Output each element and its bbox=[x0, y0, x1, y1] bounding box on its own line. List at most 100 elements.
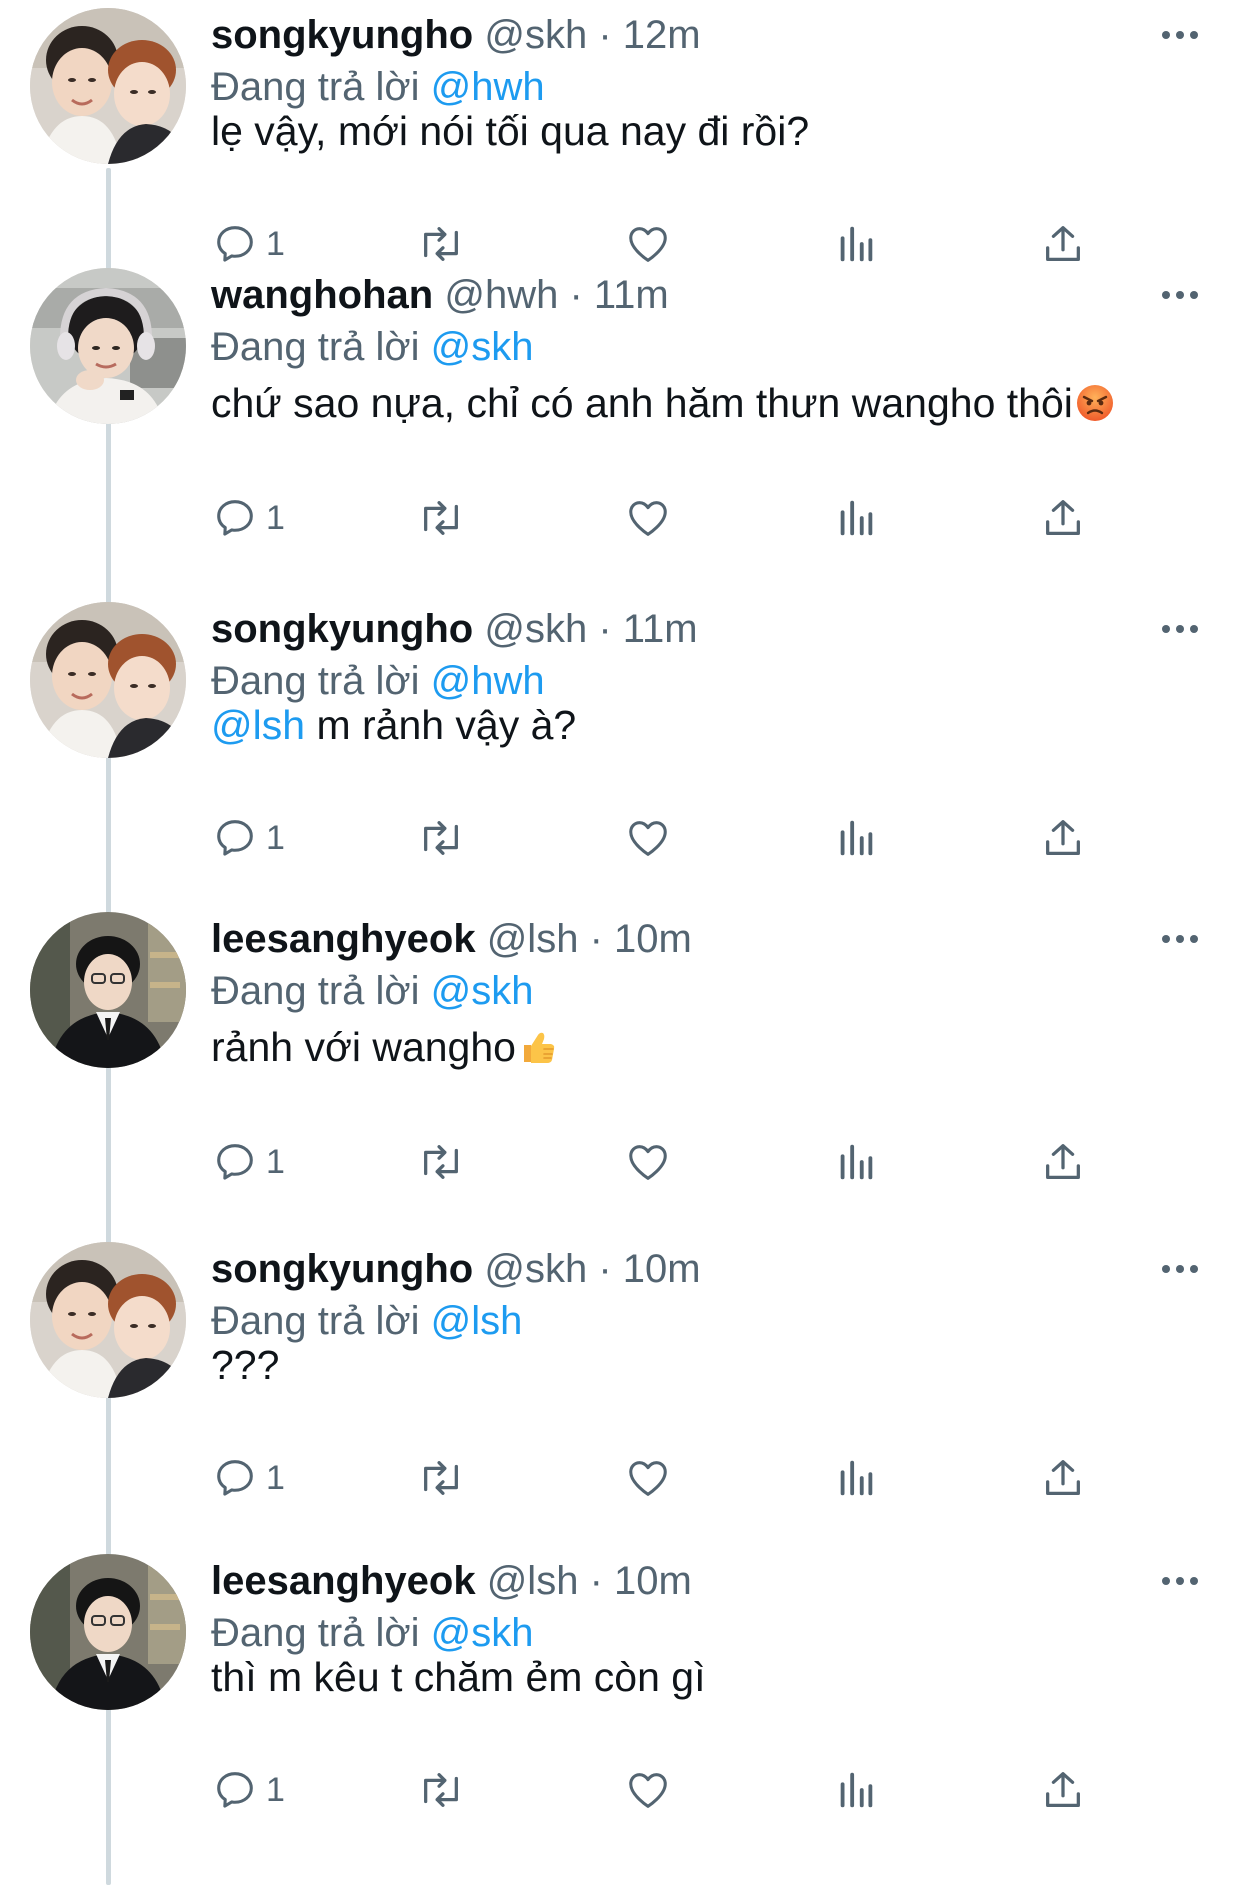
upload-arrow-icon bbox=[1046, 1144, 1080, 1179]
avatar[interactable] bbox=[30, 1242, 186, 1398]
tweet-time[interactable]: 12m bbox=[623, 13, 701, 57]
bar-chart-icon bbox=[840, 1460, 873, 1496]
share-button[interactable] bbox=[1040, 808, 1086, 868]
like-button[interactable] bbox=[624, 1448, 672, 1508]
replying-to-label: Đang trả lời bbox=[211, 325, 420, 369]
like-button[interactable] bbox=[624, 488, 672, 548]
retweet-button[interactable] bbox=[415, 1132, 467, 1192]
tweet-text-content: m rảnh vậy à? bbox=[305, 702, 577, 748]
replying-to-mention[interactable]: @hwh bbox=[431, 65, 545, 109]
display-name[interactable]: leesanghyeok bbox=[211, 1559, 476, 1603]
avatar-suit-portrait-image bbox=[30, 1554, 186, 1710]
bar-chart-icon bbox=[840, 820, 873, 856]
reply-button[interactable]: 1 bbox=[212, 808, 285, 868]
display-name[interactable]: songkyungho bbox=[211, 607, 473, 651]
tweet-time[interactable]: 10m bbox=[614, 1559, 692, 1603]
speech-bubble-icon bbox=[217, 1772, 253, 1808]
retweet-arrows-icon bbox=[424, 1773, 458, 1807]
more-options-button[interactable] bbox=[1158, 1254, 1202, 1284]
tweet-item[interactable]: leesanghyeok @lsh · 10m Đang trả lời @sk… bbox=[0, 904, 1242, 1216]
avatar-two-friends-image bbox=[30, 8, 186, 164]
tweet-item[interactable]: songkyungho @skh · 10m Đang trả lời @lsh… bbox=[0, 1234, 1242, 1546]
more-options-button[interactable] bbox=[1158, 20, 1202, 50]
heart-icon bbox=[629, 501, 667, 536]
more-options-button[interactable] bbox=[1158, 280, 1202, 310]
action-bar: 1 bbox=[0, 488, 1242, 548]
reply-button[interactable]: 1 bbox=[212, 488, 285, 548]
avatar[interactable] bbox=[30, 602, 186, 758]
mention-link[interactable]: @lsh bbox=[211, 702, 305, 748]
reply-button[interactable]: 1 bbox=[212, 1132, 285, 1192]
like-button[interactable] bbox=[624, 808, 672, 868]
more-options-button[interactable] bbox=[1158, 924, 1202, 954]
retweet-button[interactable] bbox=[415, 1760, 467, 1820]
heart-icon bbox=[629, 821, 667, 856]
replying-to-label: Đang trả lời bbox=[211, 65, 420, 109]
user-handle[interactable]: @lsh bbox=[487, 917, 579, 961]
share-button[interactable] bbox=[1040, 1448, 1086, 1508]
retweet-button[interactable] bbox=[415, 808, 467, 868]
tweet-text-content: ??? bbox=[211, 1342, 280, 1388]
display-name[interactable]: leesanghyeok bbox=[211, 917, 476, 961]
more-options-button[interactable] bbox=[1158, 614, 1202, 644]
share-button[interactable] bbox=[1040, 1132, 1086, 1192]
tweet-time[interactable]: 11m bbox=[594, 273, 669, 317]
share-button[interactable] bbox=[1040, 488, 1086, 548]
avatar[interactable] bbox=[30, 8, 186, 164]
horizontal-ellipsis-icon bbox=[1162, 31, 1198, 39]
tweet-header: leesanghyeok @lsh · 10m bbox=[211, 917, 692, 961]
share-button[interactable] bbox=[1040, 1760, 1086, 1820]
horizontal-ellipsis-icon bbox=[1162, 1265, 1198, 1273]
views-button[interactable] bbox=[835, 488, 877, 548]
user-handle[interactable]: @skh bbox=[484, 1247, 587, 1291]
tweet-item[interactable]: leesanghyeok @lsh · 10m Đang trả lời @sk… bbox=[0, 1546, 1242, 1858]
avatar[interactable] bbox=[30, 268, 186, 424]
views-button[interactable] bbox=[835, 1132, 877, 1192]
speech-bubble-icon bbox=[217, 820, 253, 856]
replying-to-mention[interactable]: @skh bbox=[431, 969, 534, 1013]
display-name[interactable]: songkyungho bbox=[211, 13, 473, 57]
replying-to-mention[interactable]: @skh bbox=[431, 1611, 534, 1655]
like-button[interactable] bbox=[624, 1760, 672, 1820]
action-bar: 1 bbox=[0, 808, 1242, 868]
tweet-text-content: lẹ vậy, mới nói tối qua nay đi rồi? bbox=[211, 108, 810, 154]
reply-button[interactable]: 1 bbox=[212, 1448, 285, 1508]
horizontal-ellipsis-icon bbox=[1162, 291, 1198, 299]
upload-arrow-icon bbox=[1046, 1772, 1080, 1807]
more-options-button[interactable] bbox=[1158, 1566, 1202, 1596]
views-button[interactable] bbox=[835, 1760, 877, 1820]
display-name[interactable]: wanghohan bbox=[211, 273, 433, 317]
tweet-item[interactable]: wanghohan @hwh · 11m Đang trả lời @skh c… bbox=[0, 260, 1242, 572]
tweet-item[interactable]: songkyungho @skh · 11m Đang trả lời @hwh… bbox=[0, 594, 1242, 906]
retweet-arrows-icon bbox=[424, 501, 458, 535]
upload-arrow-icon bbox=[1046, 1460, 1080, 1495]
replying-to-mention[interactable]: @lsh bbox=[431, 1299, 523, 1343]
avatar[interactable] bbox=[30, 912, 186, 1068]
reply-count: 1 bbox=[266, 225, 285, 263]
avatar-two-friends-image bbox=[30, 602, 186, 758]
tweet-time[interactable]: 10m bbox=[623, 1247, 701, 1291]
reply-button[interactable]: 1 bbox=[212, 1760, 285, 1820]
tweet-time[interactable]: 11m bbox=[623, 607, 698, 651]
views-button[interactable] bbox=[835, 1448, 877, 1508]
tweet-text-content: rảnh với wangho bbox=[211, 1024, 516, 1070]
avatar-two-friends-image bbox=[30, 1242, 186, 1398]
replying-to-mention[interactable]: @skh bbox=[431, 325, 534, 369]
heart-icon bbox=[629, 1773, 667, 1808]
replying-to-line: Đang trả lời @skh bbox=[211, 966, 534, 1016]
retweet-button[interactable] bbox=[415, 1448, 467, 1508]
retweet-button[interactable] bbox=[415, 488, 467, 548]
user-handle[interactable]: @lsh bbox=[487, 1559, 579, 1603]
reply-count: 1 bbox=[266, 1143, 285, 1181]
replying-to-mention[interactable]: @hwh bbox=[431, 659, 545, 703]
views-button[interactable] bbox=[835, 808, 877, 868]
replying-to-label: Đang trả lời bbox=[211, 1611, 420, 1655]
action-bar: 1 bbox=[0, 1448, 1242, 1508]
display-name[interactable]: songkyungho bbox=[211, 1247, 473, 1291]
like-button[interactable] bbox=[624, 1132, 672, 1192]
avatar[interactable] bbox=[30, 1554, 186, 1710]
user-handle[interactable]: @skh bbox=[484, 13, 587, 57]
tweet-time[interactable]: 10m bbox=[614, 917, 692, 961]
user-handle[interactable]: @skh bbox=[484, 607, 587, 651]
user-handle[interactable]: @hwh bbox=[444, 273, 558, 317]
